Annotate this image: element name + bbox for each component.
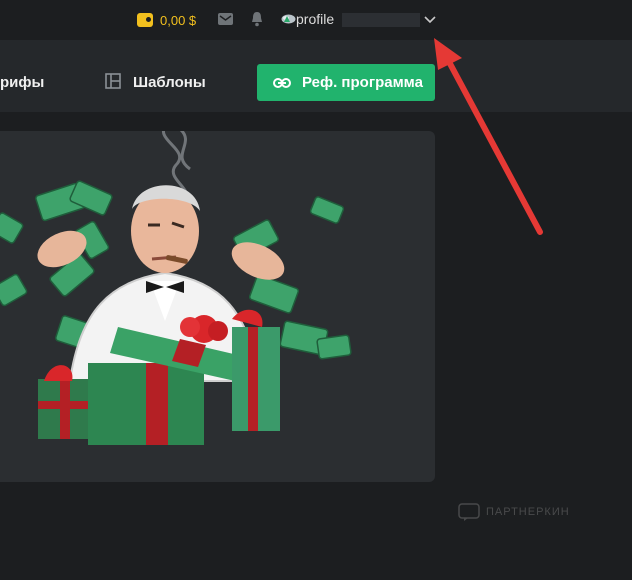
balance-amount: 0,00 $ (160, 12, 197, 28)
profile-name-redacted (342, 13, 420, 27)
promo-illustration (0, 131, 352, 445)
watermark: ПАРТНЕРКИН (458, 503, 570, 521)
bell-icon[interactable] (250, 11, 264, 27)
mail-icon[interactable] (218, 13, 233, 25)
nav-item-templates[interactable]: Шаблоны (133, 74, 206, 91)
templates-icon (105, 73, 121, 89)
nav-item-tariffs[interactable]: рифы (0, 74, 44, 91)
watermark-logo-icon (458, 503, 480, 521)
link-icon (273, 77, 291, 88)
main-nav: рифы Шаблоны Реф. программа (0, 40, 632, 112)
wallet-icon (137, 13, 153, 27)
top-bar: 0,00 $ profile (0, 0, 632, 40)
profile-label[interactable]: profile (296, 11, 334, 27)
chevron-down-icon[interactable] (424, 14, 436, 24)
watermark-text: ПАРТНЕРКИН (486, 506, 570, 518)
wallet-balance[interactable]: 0,00 $ (137, 10, 196, 30)
avatar[interactable] (281, 13, 296, 25)
referral-program-button[interactable]: Реф. программа (257, 64, 435, 101)
referral-program-label: Реф. программа (302, 74, 423, 91)
promo-banner (0, 131, 435, 482)
